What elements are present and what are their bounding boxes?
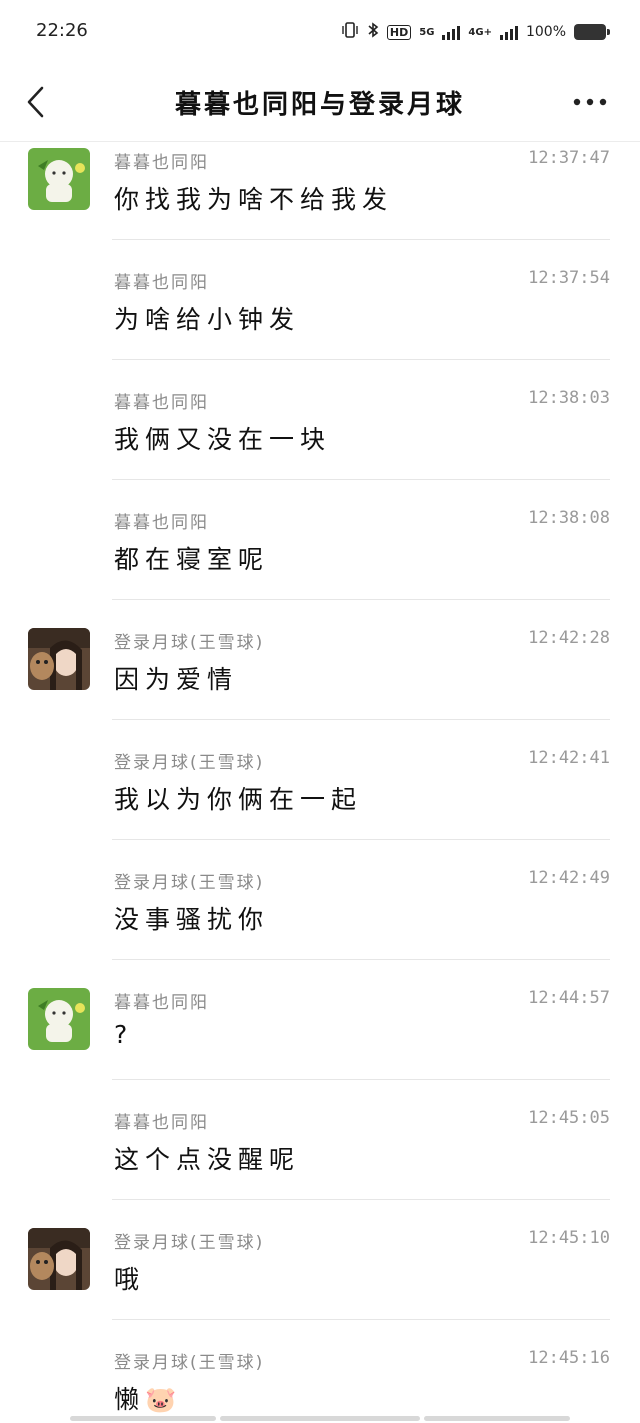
message-text: 我以为你俩在一起: [114, 785, 363, 814]
message-time: 12:42:49: [528, 868, 610, 888]
message-item[interactable]: 暮暮也同阳 12:45:05 这个点没醒呢: [0, 1080, 640, 1200]
bluetooth-icon: [367, 22, 379, 42]
avatar[interactable]: [28, 148, 90, 210]
message-time: 12:42:41: [528, 748, 610, 768]
avatar[interactable]: [28, 1228, 90, 1290]
message-item[interactable]: 暮暮也同阳 12:38:08 都在寝室呢: [0, 480, 640, 600]
message-item[interactable]: 登录月球(王雪球) 12:42:41 我以为你俩在一起: [0, 720, 640, 840]
page-title: 暮暮也同阳与登录月球: [174, 90, 465, 120]
green-cartoon-avatar-icon: [28, 988, 90, 1050]
message-item[interactable]: 登录月球(王雪球) 12:45:10 哦: [0, 1200, 640, 1320]
status-icons: HD 5G 4G+ 100%: [341, 22, 610, 42]
sender-name: 暮暮也同阳: [114, 153, 209, 173]
message-text: 没事骚扰你: [114, 905, 270, 934]
vibrate-icon: [341, 22, 359, 42]
message-time: 12:37:54: [528, 268, 610, 288]
signal-5g-icon: [442, 24, 461, 40]
sender-name: 暮暮也同阳: [114, 393, 209, 413]
message-item[interactable]: 暮暮也同阳 12:44:57 ?: [0, 960, 640, 1080]
message-text: 懒🐷: [114, 1385, 183, 1414]
message-text: 因为爱情: [114, 665, 239, 694]
signal-4g-icon: [499, 24, 518, 40]
photo-avatar-icon: [28, 628, 90, 690]
battery-icon: [574, 24, 610, 40]
message-time: 12:44:57: [528, 988, 610, 1008]
more-options-button[interactable]: [572, 92, 608, 112]
message-text: ?: [114, 1020, 134, 1049]
message-item[interactable]: 登录月球(王雪球) 12:42:28 因为爱情: [0, 600, 640, 720]
message-time: 12:37:47: [528, 148, 610, 168]
home-indicator-segment: [70, 1416, 216, 1421]
message-item[interactable]: 暮暮也同阳 12:37:54 为啥给小钟发: [0, 240, 640, 360]
home-indicator-segment: [220, 1416, 420, 1421]
hd-badge: HD: [386, 24, 412, 40]
message-time: 12:45:10: [528, 1228, 610, 1248]
message-text: 这个点没醒呢: [114, 1145, 301, 1174]
avatar[interactable]: [28, 988, 90, 1050]
sender-name: 暮暮也同阳: [114, 1113, 209, 1133]
message-item[interactable]: 暮暮也同阳 12:37:47 你找我为啥不给我发: [0, 120, 640, 240]
net-5g-label: 5G: [419, 26, 435, 38]
net-4g-label: 4G+: [468, 26, 492, 38]
sender-name: 暮暮也同阳: [114, 273, 209, 293]
home-indicator: [0, 1415, 640, 1423]
message-time: 12:38:03: [528, 388, 610, 408]
avatar[interactable]: [28, 628, 90, 690]
message-text: 都在寝室呢: [114, 545, 270, 574]
sender-name: 暮暮也同阳: [114, 513, 209, 533]
sender-name: 登录月球(王雪球): [114, 633, 265, 653]
message-time: 12:38:08: [528, 508, 610, 528]
message-text: 我俩又没在一块: [114, 425, 332, 454]
green-cartoon-avatar-icon: [28, 148, 90, 210]
message-time: 12:45:05: [528, 1108, 610, 1128]
message-time: 12:42:28: [528, 628, 610, 648]
message-item[interactable]: 登录月球(王雪球) 12:42:49 没事骚扰你: [0, 840, 640, 960]
sender-name: 登录月球(王雪球): [114, 873, 265, 893]
home-indicator-segment: [424, 1416, 570, 1421]
more-dots-icon: [573, 98, 607, 106]
sender-name: 登录月球(王雪球): [114, 1233, 265, 1253]
message-text: 哦: [114, 1265, 146, 1294]
status-bar: 22:26 HD 5G 4G+ 100%: [0, 0, 640, 64]
message-time: 12:45:16: [528, 1348, 610, 1368]
photo-avatar-icon: [28, 1228, 90, 1290]
battery-percent: 100%: [525, 24, 566, 40]
status-time: 22:26: [36, 20, 88, 41]
sender-name: 登录月球(王雪球): [114, 753, 265, 773]
message-text: 你找我为啥不给我发: [114, 185, 394, 214]
message-item[interactable]: 登录月球(王雪球) 12:45:16 懒🐷: [0, 1320, 640, 1420]
message-item[interactable]: 暮暮也同阳 12:38:03 我俩又没在一块: [0, 360, 640, 480]
sender-name: 登录月球(王雪球): [114, 1353, 265, 1373]
sender-name: 暮暮也同阳: [114, 993, 209, 1013]
message-text: 为啥给小钟发: [114, 305, 301, 334]
